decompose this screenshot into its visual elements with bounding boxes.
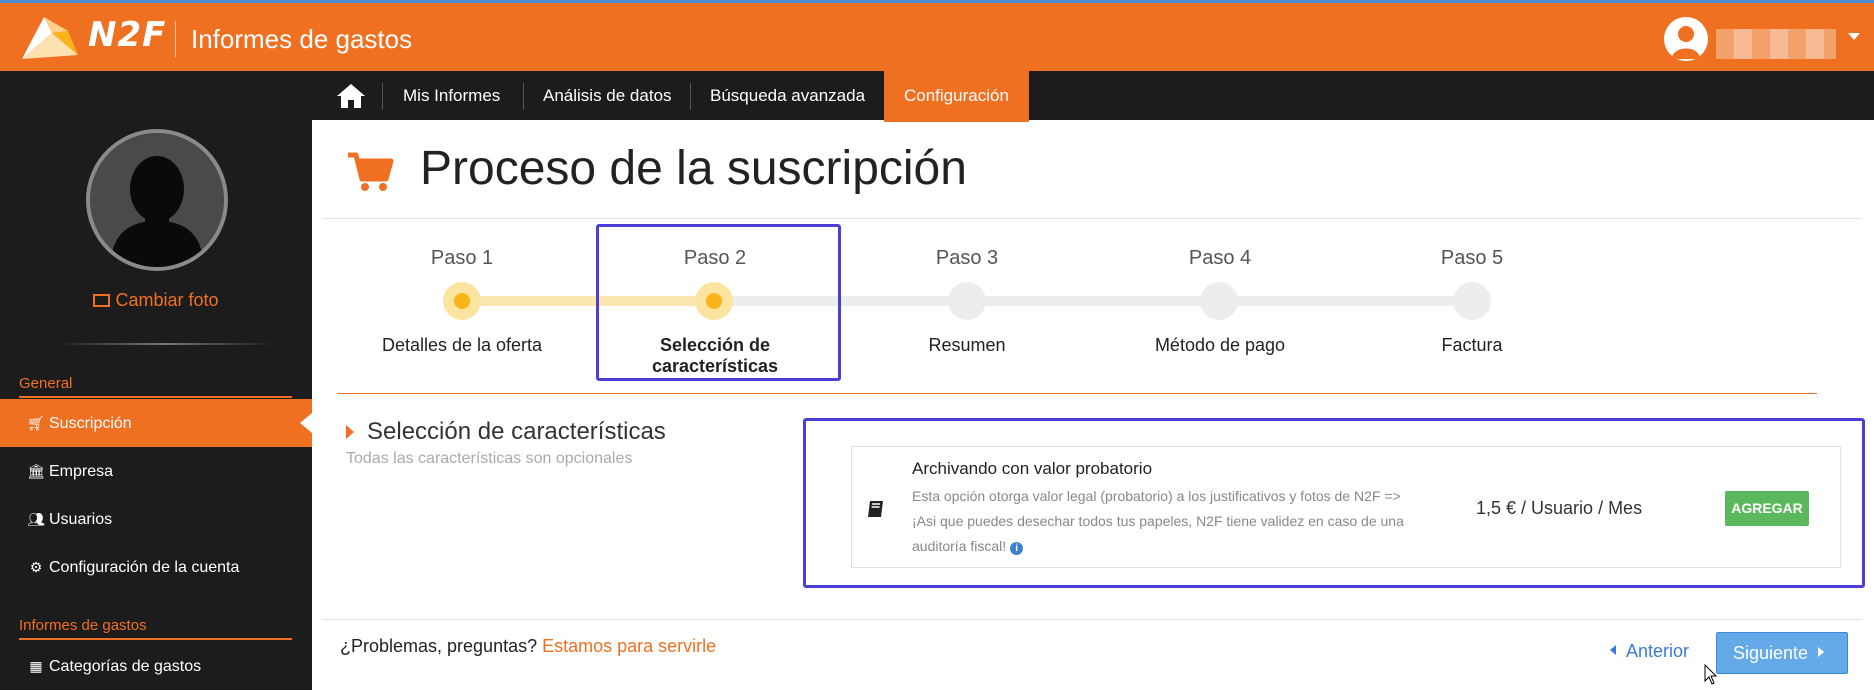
step-5-label: Paso 5	[1440, 247, 1504, 269]
step-1-name: Detalles de la oferta	[381, 335, 543, 355]
nav-configuracion[interactable]: Configuración	[884, 71, 1029, 122]
mouse-cursor-icon	[1704, 664, 1718, 685]
sidebar-section-line	[19, 396, 292, 398]
feature-desc-line: ¡Asi que puedes desechar todos tus papel…	[912, 513, 1404, 529]
features-title: Selección de características	[367, 418, 666, 445]
users-icon: 👥︎	[27, 511, 45, 527]
step-5-dot[interactable]	[1453, 282, 1491, 320]
main-nav: Mis Informes Análisis de datos Búsqueda …	[312, 71, 1874, 122]
cart-icon	[348, 152, 394, 191]
nav-mis-informes[interactable]: Mis Informes	[383, 71, 520, 120]
step-3-name: Resumen	[928, 335, 1006, 355]
active-indicator	[300, 413, 312, 433]
sidebar-item-label: Configuración de la cuenta	[49, 559, 240, 576]
add-feature-button[interactable]: AGREGAR	[1725, 491, 1809, 526]
top-bar: N2F Informes de gastos	[0, 0, 1874, 71]
chevron-down-icon[interactable]	[1848, 33, 1860, 40]
sidebar-item-empresa[interactable]: 🏛︎ Empresa	[0, 447, 312, 495]
step-4-dot[interactable]	[1200, 282, 1238, 320]
profile-photo	[86, 129, 228, 271]
header-divider	[175, 21, 176, 57]
page-title: Proceso de la suscripción	[420, 142, 967, 195]
user-avatar-icon[interactable]	[1664, 17, 1708, 61]
previous-label: Anterior	[1626, 641, 1690, 661]
caret-right-icon[interactable]	[346, 425, 354, 439]
step-5-name: Factura	[1441, 335, 1503, 355]
grid-icon: ▦	[29, 658, 43, 674]
feature-price: 1,5 € / Usuario / Mes	[1476, 498, 1643, 518]
feature-desc-line: Esta opción otorga valor legal (probator…	[912, 488, 1401, 504]
change-photo-link[interactable]: Cambiar foto	[0, 290, 312, 311]
nav-analisis-datos[interactable]: Análisis de datos	[523, 71, 692, 120]
sidebar-item-configuracion-cuenta[interactable]: ⚙︎ Configuración de la cuenta	[0, 543, 312, 591]
caret-left-icon	[1610, 645, 1616, 655]
previous-button[interactable]: Anterior	[1610, 641, 1689, 662]
step-4-label: Paso 4	[1188, 247, 1252, 269]
sidebar-item-label: Empresa	[49, 463, 114, 480]
info-icon[interactable]: i	[1010, 542, 1024, 555]
feature-card: Archivando con valor probatorio Esta opc…	[851, 446, 1841, 568]
features-subtitle: Todas las características son opcionales	[346, 450, 633, 467]
sidebar-item-usuarios[interactable]: 👥︎ Usuarios	[0, 495, 312, 543]
next-label: Siguiente	[1733, 643, 1809, 663]
sidebar-section-line	[19, 638, 292, 640]
current-step-highlight	[596, 224, 841, 381]
sidebar-section-general: General	[19, 375, 73, 392]
app-title: Informes de gastos	[191, 24, 413, 54]
home-icon[interactable]	[336, 82, 366, 110]
title-divider	[322, 218, 1862, 219]
help-link[interactable]: Estamos para servirle	[542, 636, 716, 656]
feature-desc-text: auditoría fiscal!	[912, 538, 1007, 554]
step-1-label: Paso 1	[430, 247, 494, 269]
nav-busqueda-avanzada[interactable]: Búsqueda avanzada	[690, 71, 885, 120]
help-text: ¿Problemas, preguntas? Estamos para serv…	[340, 636, 716, 657]
sidebar-item-label: Suscripción	[49, 415, 132, 432]
next-button[interactable]: Siguiente	[1716, 632, 1848, 674]
help-question: ¿Problemas, preguntas?	[340, 636, 538, 656]
sidebar-item-suscripcion[interactable]: 🛒︎ Suscripción	[0, 399, 312, 447]
step-1-dot[interactable]	[443, 282, 481, 320]
sidebar-item-categorias-gastos[interactable]: ▦ Categorías de gastos	[0, 642, 312, 690]
section-divider	[337, 393, 1817, 394]
change-photo-label: Cambiar foto	[115, 290, 219, 310]
sidebar: Cambiar foto General 🛒︎ Suscripción 🏛︎ Emp…	[0, 71, 312, 690]
caret-right-icon	[1818, 647, 1825, 657]
sidebar-item-label: Usuarios	[49, 511, 113, 528]
feature-desc-line: auditoría fiscal! i	[912, 534, 1452, 559]
sidebar-divider	[55, 343, 275, 345]
logo-text: N2F	[88, 15, 167, 55]
book-icon	[868, 501, 883, 517]
image-icon	[93, 294, 111, 307]
step-3-dot[interactable]	[948, 282, 986, 320]
step-3-label: Paso 3	[935, 247, 999, 269]
user-name-redacted[interactable]	[1716, 29, 1836, 59]
feature-title: Archivando con valor probatorio	[912, 459, 1153, 478]
footer-divider	[322, 619, 1862, 620]
sidebar-section-informes: Informes de gastos	[19, 617, 147, 634]
cogs-icon: ⚙︎	[29, 559, 43, 575]
step-4-name: Método de pago	[1154, 335, 1286, 355]
sidebar-item-label: Categorías de gastos	[49, 658, 202, 675]
cart-icon: 🛒︎	[27, 415, 45, 431]
bank-icon: 🏛︎	[27, 463, 45, 479]
feature-description: Esta opción otorga valor legal (probator…	[912, 484, 1452, 559]
